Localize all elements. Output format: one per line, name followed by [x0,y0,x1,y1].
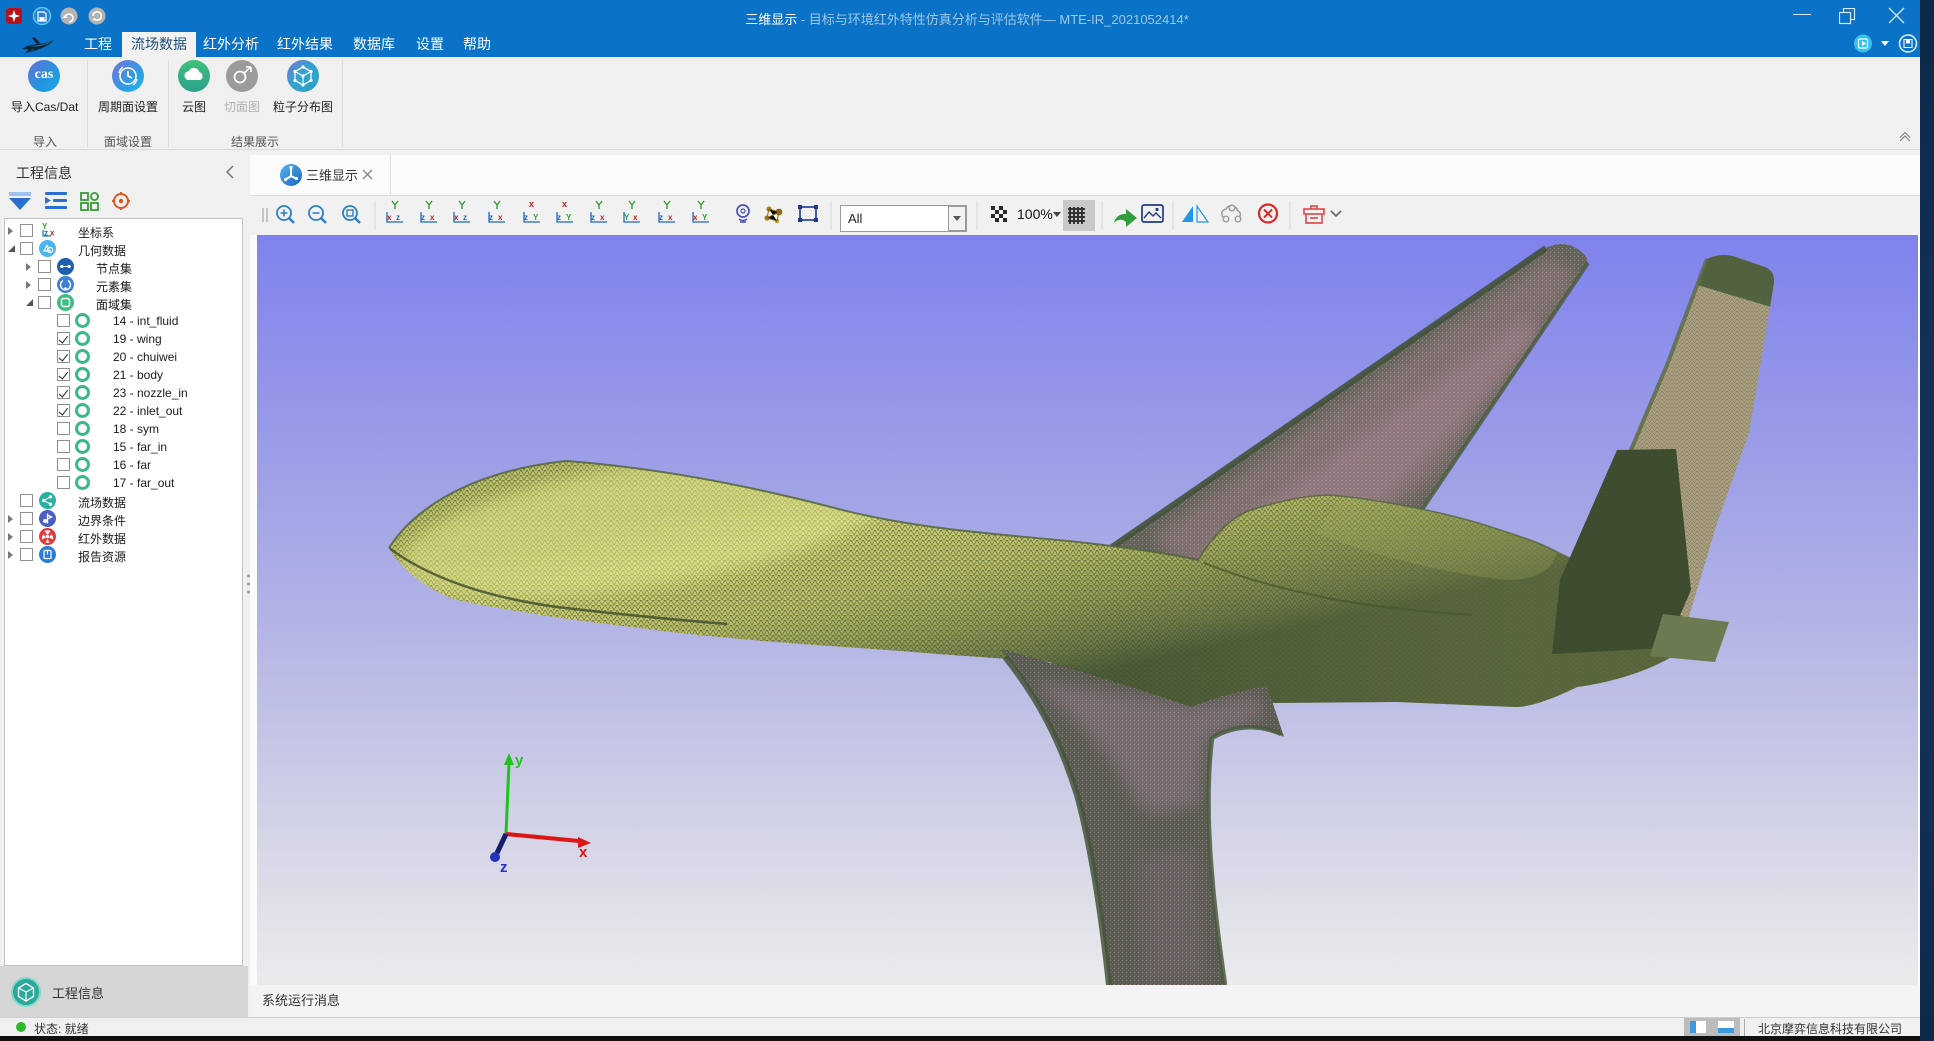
svg-text:Y: Y [533,213,539,222]
svg-text:x: x [50,229,55,238]
svg-text:x: x [600,213,605,222]
svg-text:x: x [454,213,459,222]
svg-text:z: z [557,213,561,222]
svg-text:z: z [524,213,528,222]
svg-text:z: z [396,213,400,222]
svg-text:x: x [633,213,638,222]
svg-text:x: x [562,199,567,209]
svg-text:Y: Y [624,213,630,222]
svg-text:x: x [387,213,392,222]
svg-text:Y: Y [702,213,708,222]
svg-text:y: y [515,752,524,769]
svg-text:x: x [693,213,698,222]
svg-text:x: x [529,199,534,209]
svg-text:z: z [659,213,663,222]
svg-text:100%: 100% [1017,206,1053,222]
svg-text:z: z [489,213,493,222]
svg-text:x: x [668,213,673,222]
svg-text:z: z [591,213,595,222]
svg-text:Y: Y [566,213,572,222]
svg-text:三维显示: 三维显示 [306,168,358,183]
svg-text:x: x [498,213,503,222]
svg-text:z: z [421,213,425,222]
svg-text:z: z [500,859,508,876]
svg-text:z: z [463,213,467,222]
svg-text:x: x [430,213,435,222]
svg-text:z: z [44,229,48,238]
svg-text:x: x [579,844,588,861]
svg-text:All: All [848,211,863,226]
